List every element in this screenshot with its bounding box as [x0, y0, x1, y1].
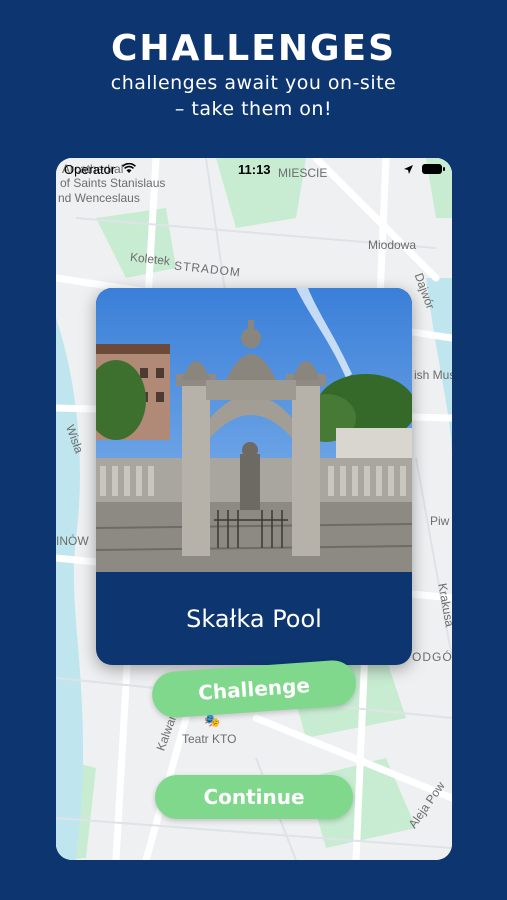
map-label: nd Wenceslaus [58, 191, 140, 205]
map-label: Piw [430, 514, 450, 528]
location-photo [96, 288, 412, 572]
map-label: ODGÓ [412, 650, 452, 664]
subtitle-line-1: challenges await you on-site [110, 72, 397, 94]
map-label: Teatr KTO [182, 732, 237, 746]
wifi-icon [122, 163, 136, 173]
phone-screen: Arcathedral of Saints Stanislaus nd Wenc… [56, 158, 452, 860]
map-label: Miodowa [368, 238, 417, 252]
location-arrow-icon [404, 165, 413, 174]
clock: 11:13 [238, 162, 271, 177]
page-title: CHALLENGES [110, 28, 397, 69]
location-title: Skałka Pool [186, 604, 322, 633]
map-label: INÓW [56, 534, 89, 548]
battery-icon [422, 164, 445, 174]
map-label: ish Mus [414, 368, 452, 382]
carrier-label: Operator [64, 162, 116, 177]
status-bar: Operator 11:13 [56, 158, 452, 180]
subtitle-line-2: – take them on! [174, 98, 333, 120]
location-card[interactable]: Skałka Pool [96, 288, 412, 665]
theater-masks-icon: 🎭 [204, 714, 221, 729]
continue-button[interactable]: Continue [155, 775, 353, 819]
